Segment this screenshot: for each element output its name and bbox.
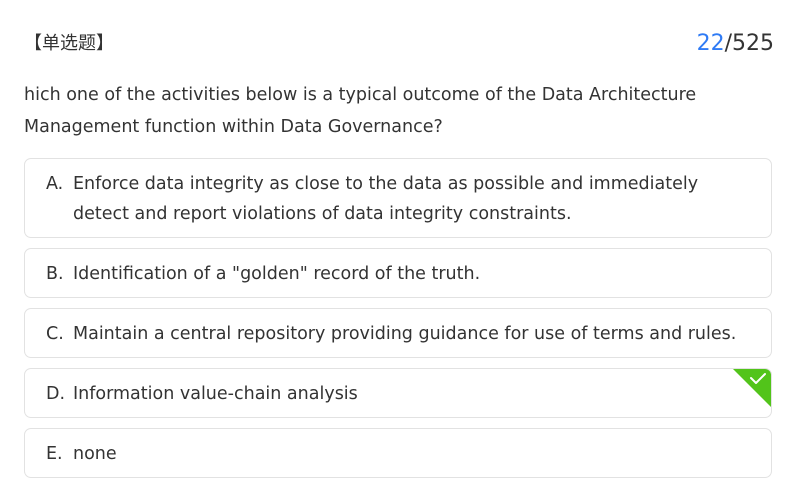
- option-text: none: [73, 444, 117, 464]
- option-text: Identification of a "golden" record of t…: [73, 264, 481, 284]
- question-text: hich one of the activities below is a ty…: [24, 85, 697, 137]
- progress-total: /525: [724, 31, 774, 56]
- progress-current: 22: [696, 31, 725, 56]
- option-c[interactable]: C. Maintain a central repository providi…: [24, 308, 772, 358]
- option-text: Maintain a central repository providing …: [73, 324, 737, 344]
- option-text: Information value-chain analysis: [73, 384, 358, 404]
- option-text: Enforce data integrity as close to the d…: [73, 174, 699, 224]
- option-letter: D.: [46, 384, 66, 404]
- option-b[interactable]: B. Identification of a "golden" record o…: [24, 248, 772, 298]
- option-letter: C.: [46, 324, 64, 344]
- question-type-label: 【单选题】: [24, 33, 114, 54]
- option-letter: B.: [46, 264, 64, 284]
- question-progress: 22/525: [697, 30, 774, 58]
- checkmark-icon: [733, 369, 771, 407]
- option-letter: E.: [46, 444, 63, 464]
- option-a[interactable]: A. Enforce data integrity as close to th…: [24, 158, 772, 238]
- option-d[interactable]: D. Information value-chain analysis: [24, 368, 772, 418]
- question-header: 【单选题】 22/525: [24, 30, 774, 58]
- option-e[interactable]: E. none: [24, 428, 772, 478]
- option-letter: A.: [46, 174, 64, 194]
